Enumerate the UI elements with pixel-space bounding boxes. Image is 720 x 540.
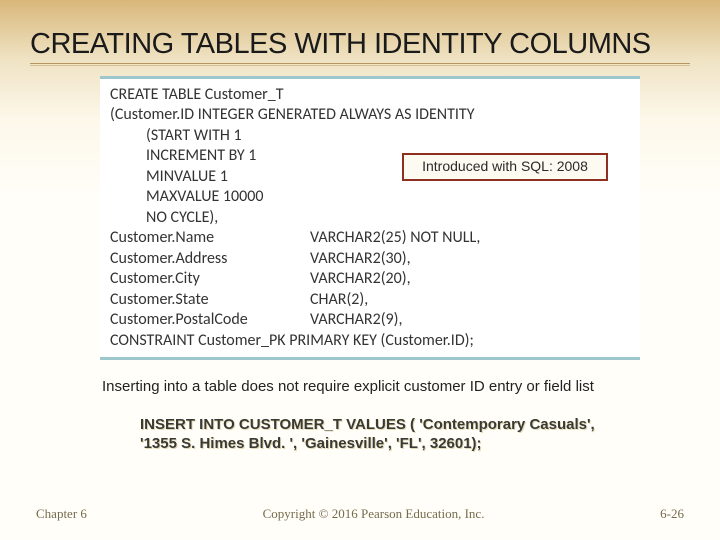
code-line: MAXVALUE 10000 [110,187,630,207]
title-underline [30,63,690,66]
footer: Chapter 6 Copyright © 2016 Pearson Educa… [0,506,720,522]
footer-center: Copyright © 2016 Pearson Education, Inc. [87,506,660,522]
sql-create-table: CREATE TABLE Customer_T (Customer.ID INT… [100,76,640,360]
col-name: Customer.Name [110,228,310,248]
footer-left: Chapter 6 [36,506,87,522]
note-text: Inserting into a table does not require … [102,378,650,397]
code-column-row: Customer.Name VARCHAR2(25) NOT NULL, [110,228,630,248]
code-line: CONSTRAINT Customer_PK PRIMARY KEY (Cust… [110,331,630,351]
footer-right: 6-26 [660,506,684,522]
col-name: Customer.City [110,269,310,289]
code-column-row: Customer.State CHAR(2), [110,290,630,310]
col-type: VARCHAR2(9), [310,310,630,330]
col-name: Customer.PostalCode [110,310,310,330]
col-type: VARCHAR2(20), [310,269,630,289]
code-line: NO CYCLE), [110,208,630,228]
title-block: CREATING TABLES WITH IDENTITY COLUMNS [30,28,690,66]
slide-title: CREATING TABLES WITH IDENTITY COLUMNS [30,28,690,61]
code-line: CREATE TABLE Customer_T [110,85,630,105]
code-line: (Customer.ID INTEGER GENERATED ALWAYS AS… [110,105,630,125]
col-type: CHAR(2), [310,290,630,310]
code-line: (START WITH 1 [110,126,630,146]
callout-text: Introduced with SQL: 2008 [422,158,588,176]
col-type: VARCHAR2(25) NOT NULL, [310,228,630,248]
sql-insert-example: INSERT INTO CUSTOMER_T VALUES ( 'Contemp… [140,415,630,454]
code-column-row: Customer.Address VARCHAR2(30), [110,249,630,269]
col-name: Customer.Address [110,249,310,269]
col-name: Customer.State [110,290,310,310]
code-column-row: Customer.PostalCode VARCHAR2(9), [110,310,630,330]
col-type: VARCHAR2(30), [310,249,630,269]
callout-box: Introduced with SQL: 2008 [402,153,608,181]
code-column-row: Customer.City VARCHAR2(20), [110,269,630,289]
slide: CREATING TABLES WITH IDENTITY COLUMNS CR… [0,0,720,540]
